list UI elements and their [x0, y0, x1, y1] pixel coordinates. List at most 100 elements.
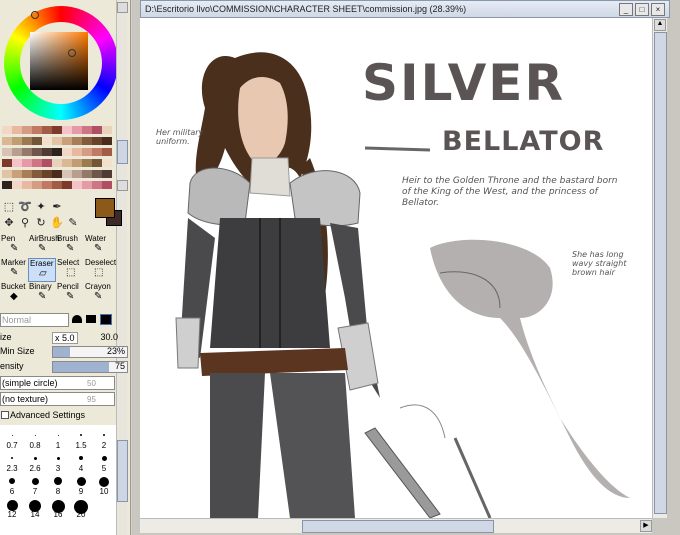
- zoom-icon[interactable]: ⚲: [18, 216, 32, 230]
- palette-swatch[interactable]: [102, 148, 112, 156]
- eyedropper-icon[interactable]: ✒: [50, 200, 64, 214]
- brush-bucket[interactable]: Bucket ◆: [0, 282, 26, 304]
- panel-scrollbar[interactable]: [116, 0, 128, 535]
- size-value[interactable]: 30.0: [100, 332, 118, 342]
- palette-swatch[interactable]: [62, 137, 72, 145]
- shape-select[interactable]: (simple circle) 50: [0, 376, 115, 390]
- palette-swatch[interactable]: [2, 126, 12, 134]
- size-preset-dot[interactable]: [103, 434, 105, 436]
- palette-swatch[interactable]: [42, 126, 52, 134]
- brush-binary[interactable]: Binary ✎: [28, 282, 54, 304]
- palette-swatch[interactable]: [42, 170, 52, 178]
- color-palette[interactable]: [2, 126, 114, 192]
- canvas-horizontal-scrollbar[interactable]: ▶: [140, 518, 652, 533]
- size-multiplier[interactable]: x 5.0: [52, 332, 78, 344]
- size-preset-dot[interactable]: [57, 434, 59, 436]
- brush-select[interactable]: Select ⬚: [56, 258, 82, 280]
- brush-pencil[interactable]: Pencil ✎: [56, 282, 82, 304]
- palette-swatch[interactable]: [102, 126, 112, 134]
- brush-crayon[interactable]: Crayon ✎: [84, 282, 111, 304]
- brush-eraser[interactable]: Eraser ▱: [28, 258, 56, 282]
- palette-swatch[interactable]: [32, 137, 42, 145]
- size-preset-dot[interactable]: [11, 457, 13, 459]
- palette-swatch[interactable]: [102, 181, 112, 189]
- palette-swatch[interactable]: [62, 148, 72, 156]
- palette-swatch[interactable]: [2, 137, 12, 145]
- palette-swatch[interactable]: [92, 148, 102, 156]
- size-preset-dot[interactable]: [11, 434, 13, 436]
- palette-swatch[interactable]: [12, 181, 22, 189]
- palette-swatch[interactable]: [32, 126, 42, 134]
- size-preset-dot[interactable]: [79, 456, 83, 460]
- hue-marker[interactable]: [31, 11, 39, 19]
- size-preset-dot[interactable]: [99, 477, 109, 487]
- size-preset-dot[interactable]: [9, 478, 15, 484]
- size-preset-dot[interactable]: [80, 434, 82, 436]
- sv-marker[interactable]: [68, 49, 76, 57]
- palette-swatch[interactable]: [82, 170, 92, 178]
- brush-marker[interactable]: Marker ✎: [0, 258, 26, 280]
- palette-swatch[interactable]: [42, 181, 52, 189]
- palette-swatch[interactable]: [42, 148, 52, 156]
- canvas-vertical-thumb[interactable]: [654, 32, 667, 514]
- rotate-icon[interactable]: ↻: [34, 216, 48, 230]
- brush-brush[interactable]: Brush ✎: [56, 234, 82, 256]
- expand-icon[interactable]: [1, 411, 9, 419]
- size-preset-dot[interactable]: [34, 434, 36, 436]
- palette-swatch[interactable]: [72, 170, 82, 178]
- palette-swatch[interactable]: [102, 170, 112, 178]
- min-size-slider[interactable]: 23%: [52, 346, 128, 358]
- palette-swatch[interactable]: [82, 159, 92, 167]
- palette-swatch[interactable]: [22, 137, 32, 145]
- saturation-value-square[interactable]: [30, 32, 88, 90]
- palette-swatch[interactable]: [52, 126, 62, 134]
- scroll-up-button[interactable]: [117, 2, 128, 13]
- artwork-canvas[interactable]: SILVER BELLATOR Her military uniform. He…: [140, 18, 652, 518]
- palette-swatch[interactable]: [32, 170, 42, 178]
- palette-swatch[interactable]: [72, 159, 82, 167]
- shape-square-icon[interactable]: [100, 314, 112, 325]
- palette-swatch[interactable]: [92, 181, 102, 189]
- canvas-horizontal-thumb[interactable]: [302, 520, 494, 533]
- size-preset-dot[interactable]: [54, 477, 62, 485]
- palette-swatch[interactable]: [22, 159, 32, 167]
- hand-icon[interactable]: ✋: [50, 216, 64, 230]
- foreground-color-swatch[interactable]: [95, 198, 115, 218]
- magic-wand-icon[interactable]: ✦: [34, 200, 48, 214]
- size-preset-dot[interactable]: [31, 477, 39, 485]
- shape-flat-icon[interactable]: [86, 315, 96, 323]
- palette-swatch[interactable]: [2, 159, 12, 167]
- palette-swatch[interactable]: [82, 126, 92, 134]
- palette-swatch[interactable]: [62, 126, 72, 134]
- minimize-button[interactable]: _: [619, 3, 633, 16]
- palette-swatch[interactable]: [82, 181, 92, 189]
- palette-swatch[interactable]: [72, 126, 82, 134]
- brush-deselect[interactable]: Deselect ⬚: [84, 258, 116, 280]
- palette-swatch[interactable]: [102, 159, 112, 167]
- palette-swatch[interactable]: [32, 159, 42, 167]
- palette-swatch[interactable]: [32, 181, 42, 189]
- palette-swatch[interactable]: [92, 126, 102, 134]
- size-preset-dot[interactable]: [76, 477, 86, 486]
- palette-swatch[interactable]: [82, 148, 92, 156]
- palette-swatch[interactable]: [12, 170, 22, 178]
- texture-select[interactable]: (no texture) 95: [0, 392, 115, 406]
- palette-swatch[interactable]: [42, 137, 52, 145]
- palette-swatch[interactable]: [82, 137, 92, 145]
- palette-swatch[interactable]: [52, 137, 62, 145]
- palette-swatch[interactable]: [2, 148, 12, 156]
- palette-swatch[interactable]: [52, 159, 62, 167]
- advanced-settings-row[interactable]: Advanced Settings: [0, 409, 128, 423]
- palette-swatch[interactable]: [92, 159, 102, 167]
- close-button[interactable]: ×: [651, 3, 665, 16]
- palette-swatch[interactable]: [32, 148, 42, 156]
- pipette-icon[interactable]: ✎: [66, 216, 80, 230]
- size-preset-dot[interactable]: [101, 455, 107, 461]
- palette-swatch[interactable]: [52, 148, 62, 156]
- palette-swatch[interactable]: [12, 159, 22, 167]
- palette-swatch[interactable]: [52, 170, 62, 178]
- palette-swatch[interactable]: [22, 170, 32, 178]
- palette-swatch[interactable]: [72, 181, 82, 189]
- brush-airbrush[interactable]: AirBrush ✎: [28, 234, 60, 256]
- palette-swatch[interactable]: [12, 126, 22, 134]
